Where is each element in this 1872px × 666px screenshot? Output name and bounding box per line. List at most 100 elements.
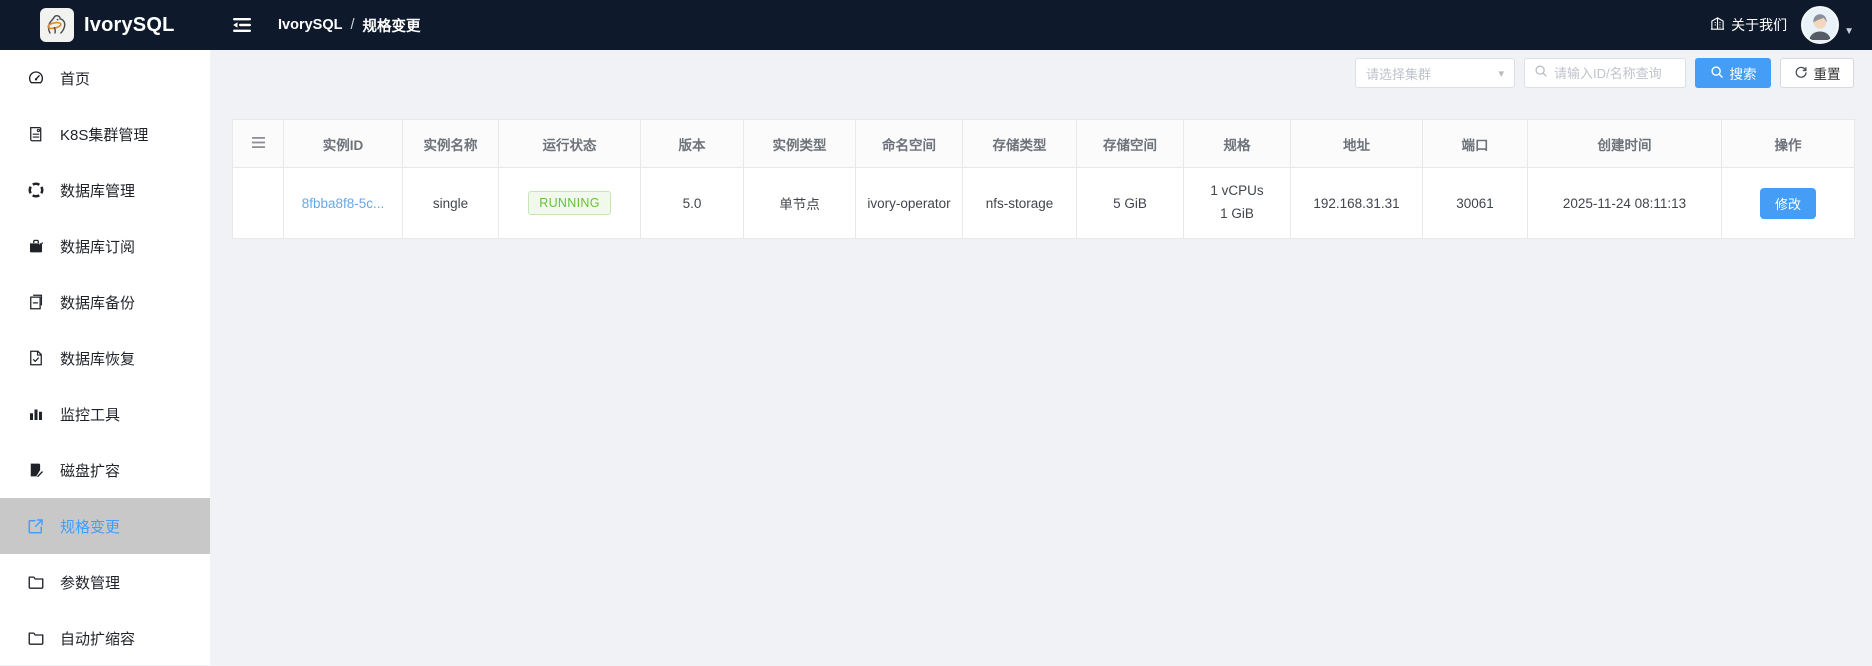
edit-button[interactable]: 修改 xyxy=(1759,187,1816,219)
bar-chart-icon xyxy=(26,404,46,424)
search-button[interactable]: 搜索 xyxy=(1695,58,1771,88)
rows-icon xyxy=(251,137,265,148)
version-cell: 5.0 xyxy=(640,167,744,239)
user-menu[interactable]: ▼ xyxy=(1801,6,1854,44)
filter-toolbar: 请选择集群 ▾ 搜索 重置 xyxy=(1355,58,1854,88)
storage-type-cell: nfs-storage xyxy=(962,167,1077,239)
column-header: 实例ID xyxy=(283,119,403,168)
action-cell: 修改 xyxy=(1721,167,1855,239)
sidebar-item-home[interactable]: 首页 xyxy=(0,50,210,106)
about-us-label: 关于我们 xyxy=(1731,17,1788,33)
column-header: 端口 xyxy=(1422,119,1528,168)
search-field[interactable] xyxy=(1524,58,1686,88)
sidebar-item-label: K8S集群管理 xyxy=(60,126,149,144)
avatar[interactable] xyxy=(1801,6,1840,44)
spec-cpu: 1 vCPUs xyxy=(1210,183,1264,199)
reset-button[interactable]: 重置 xyxy=(1780,58,1854,88)
row-settings-header[interactable] xyxy=(232,119,284,168)
sidebar-item-spec-change[interactable]: 规格变更 xyxy=(0,498,210,554)
column-header: 实例类型 xyxy=(743,119,856,168)
row-expand-cell xyxy=(232,167,284,239)
created-at-cell: 2025-11-24 08:11:13 xyxy=(1527,167,1722,239)
reset-button-label: 重置 xyxy=(1813,67,1841,82)
chevron-down-icon: ▾ xyxy=(1498,67,1504,80)
table-row: 8fbba8f8-5c... single RUNNING 5.0 单节点 iv… xyxy=(232,167,1855,239)
cluster-select-placeholder: 请选择集群 xyxy=(1366,66,1432,82)
column-header: 操作 xyxy=(1721,119,1855,168)
cluster-select[interactable]: 请选择集群 ▾ xyxy=(1355,58,1515,88)
breadcrumb-root[interactable]: IvorySQL xyxy=(278,17,342,33)
sidebar-item-database-subscribe[interactable]: 数据库订阅 xyxy=(0,218,210,274)
column-header: 创建时间 xyxy=(1527,119,1722,168)
sidebar-item-label: 数据库恢复 xyxy=(60,350,136,368)
briefcase-icon xyxy=(26,236,46,256)
sidebar: 首页 K8S集群管理 数据库管理 数据库订阅 数据库备份 数据库恢复 监控工具 … xyxy=(0,50,210,665)
menu-fold-icon[interactable] xyxy=(232,16,252,34)
search-input[interactable] xyxy=(1554,65,1676,81)
sidebar-item-param-manage[interactable]: 参数管理 xyxy=(0,554,210,610)
file-check-icon xyxy=(26,348,46,368)
status-cell: RUNNING xyxy=(498,167,641,239)
sidebar-item-database-manage[interactable]: 数据库管理 xyxy=(0,162,210,218)
sidebar-item-k8s-cluster[interactable]: K8S集群管理 xyxy=(0,106,210,162)
sidebar-item-database-restore[interactable]: 数据库恢复 xyxy=(0,330,210,386)
breadcrumb-current: 规格变更 xyxy=(362,18,421,35)
column-header: 运行状态 xyxy=(498,119,641,168)
sidebar-item-label: 参数管理 xyxy=(60,574,121,592)
topbar-right: 关于我们 ▼ xyxy=(1710,6,1872,44)
column-header: 命名空间 xyxy=(855,119,963,168)
port-cell: 30061 xyxy=(1422,167,1528,239)
spec-mem: 1 GiB xyxy=(1220,206,1254,221)
table-header-row: 实例ID 实例名称 运行状态 版本 实例类型 命名空间 存储类型 存储空间 规格… xyxy=(232,119,1855,168)
sidebar-item-label: 监控工具 xyxy=(60,406,121,424)
sidebar-item-label: 数据库订阅 xyxy=(60,238,136,256)
instance-id-link[interactable]: 8fbba8f8-5c... xyxy=(283,167,403,239)
namespace-cell: ivory-operator xyxy=(855,167,963,239)
column-header: 存储类型 xyxy=(962,119,1077,168)
sidebar-item-label: 磁盘扩容 xyxy=(60,462,121,480)
sidebar-item-label: 自动扩缩容 xyxy=(60,630,136,648)
column-header: 实例名称 xyxy=(402,119,499,168)
sidebar-item-label: 数据库管理 xyxy=(60,182,136,200)
sidebar-item-database-backup[interactable]: 数据库备份 xyxy=(0,274,210,330)
sidebar-item-label: 规格变更 xyxy=(60,518,121,536)
column-header: 规格 xyxy=(1183,119,1291,168)
deployment-icon xyxy=(26,180,46,200)
column-header: 版本 xyxy=(640,119,744,168)
sidebar-item-monitor-tools[interactable]: 监控工具 xyxy=(0,386,210,442)
spec-cell: 1 vCPUs 1 GiB xyxy=(1183,167,1291,239)
folder-icon xyxy=(26,572,46,592)
folder-icon xyxy=(26,628,46,648)
profile-icon xyxy=(26,124,46,144)
instances-table: 实例ID 实例名称 运行状态 版本 实例类型 命名空间 存储类型 存储空间 规格… xyxy=(232,119,1855,239)
topbar: IvorySQL IvorySQL / 规格变更 关于我们 ▼ xyxy=(0,0,1872,50)
sidebar-item-label: 数据库备份 xyxy=(60,294,136,312)
file-edit-icon xyxy=(26,460,46,480)
sidebar-item-disk-expand[interactable]: 磁盘扩容 xyxy=(0,442,210,498)
chevron-down-icon: ▼ xyxy=(1844,25,1854,37)
main-content: 请选择集群 ▾ 搜索 重置 xyxy=(210,50,1872,665)
instance-type-cell: 单节点 xyxy=(743,167,856,239)
ivorysql-logo xyxy=(40,8,74,42)
status-badge: RUNNING xyxy=(528,191,611,215)
file-minus-icon xyxy=(26,292,46,312)
column-header: 地址 xyxy=(1290,119,1423,168)
search-button-label: 搜索 xyxy=(1729,67,1757,82)
dashboard-icon xyxy=(26,68,46,88)
refresh-icon xyxy=(1794,65,1808,82)
storage-size-cell: 5 GiB xyxy=(1076,167,1184,239)
sidebar-item-label: 首页 xyxy=(60,70,91,88)
about-us-link[interactable]: 关于我们 xyxy=(1710,15,1787,35)
address-cell: 192.168.31.31 xyxy=(1290,167,1423,239)
brand-name: IvorySQL xyxy=(84,13,175,36)
search-icon xyxy=(1534,64,1548,83)
breadcrumb-separator: / xyxy=(350,17,355,33)
breadcrumb: IvorySQL / 规格变更 xyxy=(278,15,421,36)
column-header: 存储空间 xyxy=(1076,119,1184,168)
search-icon xyxy=(1710,65,1724,82)
sidebar-item-auto-scale[interactable]: 自动扩缩容 xyxy=(0,610,210,666)
instance-name-cell: single xyxy=(402,167,499,239)
brand-zone: IvorySQL xyxy=(0,8,210,42)
external-link-icon xyxy=(26,516,46,536)
building-icon xyxy=(1710,16,1725,34)
